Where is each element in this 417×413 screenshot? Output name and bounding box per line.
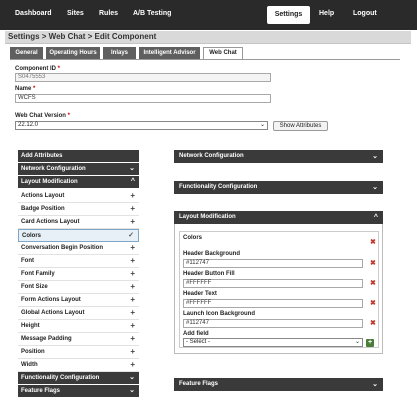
header-background-label: Header Background [183,251,241,257]
nav-dashboard[interactable]: Dashboard [15,10,52,17]
remove-colors-icon[interactable]: ✖ [370,238,376,246]
add-attributes-panel: Add Attributes Network Configuration ⌄ La… [18,150,139,400]
left-layout-modification-header[interactable]: Layout Modification ^ [18,176,139,188]
attr-width[interactable]: Width + [18,359,139,372]
chevron-up-icon: ^ [130,178,135,185]
launch-icon-background-field[interactable]: #112747 [183,319,363,328]
nav-help[interactable]: Help [319,10,334,17]
header-background-field[interactable]: #112747 [183,259,363,268]
plus-icon[interactable]: + [130,203,135,215]
colors-title: Colors [183,235,203,241]
top-navigation-bar: Dashboard Sites Rules A/B Testing Settin… [0,0,417,30]
header-text-field[interactable]: #FFFFFF [183,299,363,308]
tab-general[interactable]: General [10,47,43,59]
header-button-fill-field[interactable]: #FFFFFF [183,279,363,288]
plus-icon[interactable]: + [130,190,135,202]
right-functionality-configuration-header[interactable]: Functionality Configuration ⌄ [174,181,383,194]
attr-card-actions-layout[interactable]: Card Actions Layout + [18,216,139,229]
plus-icon[interactable]: + [130,255,135,267]
nav-ab-testing[interactable]: A/B Testing [133,10,171,17]
tab-web-chat[interactable]: Web Chat [203,47,243,59]
nav-logout[interactable]: Logout [353,10,377,17]
plus-icon[interactable]: + [130,294,135,306]
attr-height[interactable]: Height + [18,320,139,333]
breadcrumb: Settings > Web Chat > Edit Component [8,32,157,41]
remove-launch-icon-background-icon[interactable]: ✖ [370,319,376,327]
attr-colors[interactable]: Colors ✓ [18,229,139,242]
tab-inlays[interactable]: Inlays [103,47,136,59]
show-attributes-button[interactable]: Show Attributes [273,121,328,131]
header-text-label: Header Text [183,291,217,297]
chevron-down-icon: ⌄ [372,184,378,191]
version-select[interactable]: 22.12.0 ⌄ [15,121,268,130]
plus-icon[interactable]: + [130,268,135,280]
chevron-down-icon: ⌄ [372,381,378,388]
chevron-down-icon: ⌄ [259,122,265,128]
attr-message-padding[interactable]: Message Padding + [18,333,139,346]
remove-header-button-fill-icon[interactable]: ✖ [370,279,376,287]
tab-divider [10,59,400,60]
component-id-label: Component ID * [15,66,61,72]
add-field-plus-icon[interactable]: + [366,339,374,347]
chevron-down-icon: ⌄ [129,165,135,172]
attr-font-family[interactable]: Font Family + [18,268,139,281]
nav-rules[interactable]: Rules [99,10,118,17]
nav-sites[interactable]: Sites [67,10,84,17]
attr-form-actions-layout[interactable]: Form Actions Layout + [18,294,139,307]
tab-intelligent-advisor[interactable]: Intelligent Advisor [139,47,200,59]
plus-icon[interactable]: + [130,242,135,254]
colors-group: Colors ✖ Header Background #112747 ✖ Hea… [179,231,379,348]
left-network-configuration-header[interactable]: Network Configuration ⌄ [18,163,139,175]
chevron-down-icon: ⌄ [129,387,135,394]
checkmark-icon: ✓ [128,232,134,239]
version-label: Web Chat Version * [15,113,70,119]
attr-position[interactable]: Position + [18,346,139,359]
chevron-up-icon: ^ [373,214,378,221]
plus-icon[interactable]: + [130,333,135,345]
launch-icon-background-label: Launch Icon Background [183,311,256,317]
plus-icon[interactable]: + [130,346,135,358]
plus-icon[interactable]: + [130,281,135,293]
left-feature-flags-header[interactable]: Feature Flags ⌄ [18,385,139,397]
component-id-field: S0475553 [15,73,271,82]
attr-font[interactable]: Font + [18,255,139,268]
remove-header-background-icon[interactable]: ✖ [370,259,376,267]
add-field-select[interactable]: - Select - ⌄ [183,338,363,347]
add-attributes-header: Add Attributes [18,150,139,162]
attr-conversation-begin-position[interactable]: Conversation Begin Position + [18,242,139,255]
attr-global-actions-layout[interactable]: Global Actions Layout + [18,307,139,320]
page-title-bar: Settings > Web Chat > Edit Component [5,31,411,44]
add-field-label: Add field [183,331,209,337]
left-functionality-configuration-header[interactable]: Functionality Configuration ⌄ [18,372,139,384]
header-button-fill-label: Header Button Fill [183,271,235,277]
plus-icon[interactable]: + [130,307,135,319]
plus-icon[interactable]: + [130,216,135,228]
nav-settings[interactable]: Settings [267,6,310,24]
layout-modification-body: Colors ✖ Header Background #112747 ✖ Hea… [174,224,383,354]
attr-badge-position[interactable]: Badge Position + [18,203,139,216]
attr-actions-layout[interactable]: Actions Layout + [18,190,139,203]
name-label: Name * [15,86,36,92]
remove-header-text-icon[interactable]: ✖ [370,299,376,307]
tab-operating-hours[interactable]: Operating Hours [46,47,100,59]
chevron-down-icon: ⌄ [129,374,135,381]
plus-icon[interactable]: + [130,320,135,332]
attr-font-size[interactable]: Font Size + [18,281,139,294]
chevron-down-icon: ⌄ [354,339,360,345]
plus-icon[interactable]: + [130,359,135,371]
chevron-down-icon: ⌄ [372,153,378,160]
right-layout-modification-header[interactable]: Layout Modification ^ [174,211,383,224]
name-field[interactable]: WCFS [15,94,271,103]
right-network-configuration-header[interactable]: Network Configuration ⌄ [174,150,383,163]
right-feature-flags-header[interactable]: Feature Flags ⌄ [174,378,383,391]
